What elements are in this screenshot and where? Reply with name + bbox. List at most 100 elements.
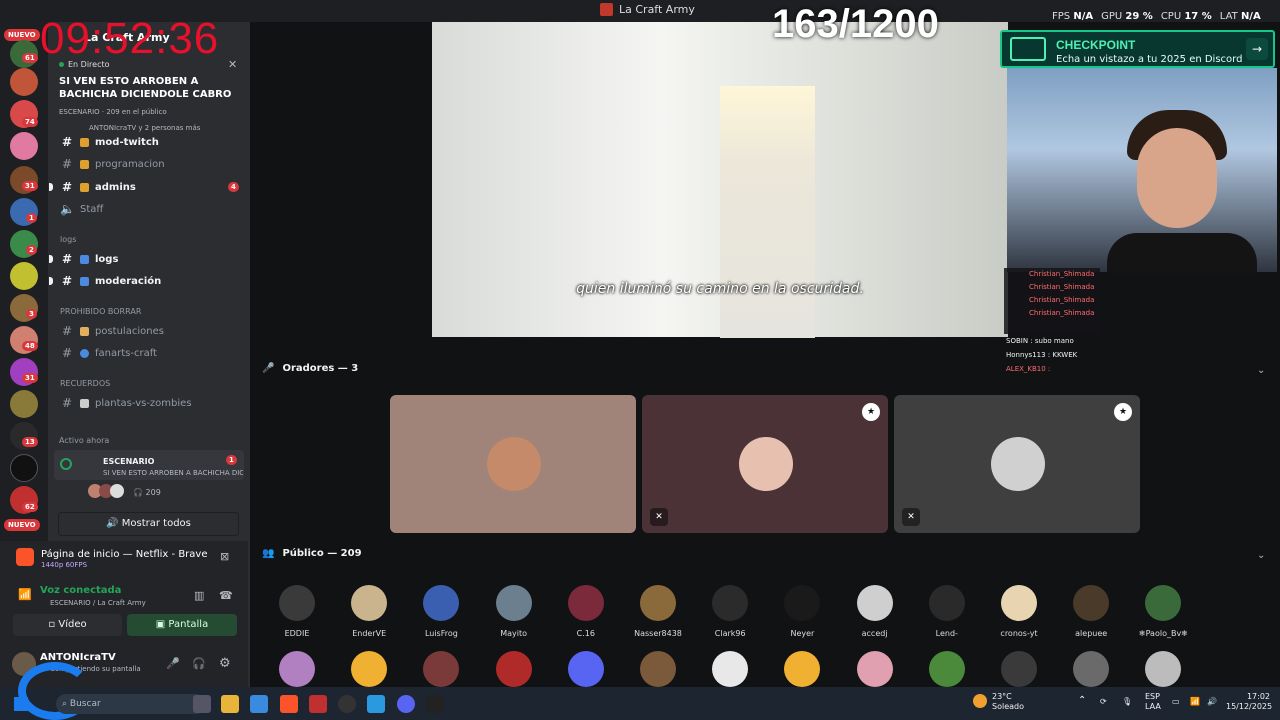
channel-postulaciones[interactable]: # postulaciones [60, 324, 164, 338]
audience-member[interactable]: EDDIE [267, 585, 327, 638]
server-badge: 2 [26, 245, 37, 255]
audience-member[interactable] [411, 651, 471, 687]
counter-overlay: 163/1200 [772, 2, 939, 46]
sync-icon[interactable]: ⟳ [1100, 697, 1107, 707]
server-icon[interactable] [10, 454, 38, 482]
chevron-up-icon[interactable]: ⌃ [1078, 696, 1086, 706]
monitor-icon[interactable]: ▭ [1172, 697, 1180, 707]
new-badge-bottom: NUEVO [4, 519, 40, 531]
folder-icon[interactable] [221, 695, 239, 713]
audience-member[interactable]: C.16 [556, 585, 616, 638]
microphone-icon[interactable]: 🎤 [166, 657, 180, 670]
channel-staff[interactable]: 🔈 Staff [60, 202, 103, 216]
channel-fanarts-craft[interactable]: # fanarts-craft [60, 346, 157, 360]
audience-member[interactable] [267, 651, 327, 687]
taskbar-search[interactable]: ⌕ Buscar [56, 694, 206, 714]
audience-member[interactable]: Neyer [772, 585, 832, 638]
channel-admins[interactable]: # admins [60, 180, 136, 194]
audience-member[interactable]: LuisFrog [411, 585, 471, 638]
audience-header[interactable]: 👥 Público — 209 [262, 548, 362, 559]
screen-share-button[interactable]: ▣ Pantalla [127, 614, 237, 636]
audience-member[interactable]: accedj [845, 585, 905, 638]
notepad-icon[interactable] [367, 695, 385, 713]
stop-stream-icon[interactable]: ⊠ [220, 550, 229, 563]
server-icon[interactable] [10, 132, 38, 160]
speaker-tile[interactable]: ✕ ★ [894, 395, 1140, 533]
channel-mod-twitch[interactable]: # mod-twitch [60, 135, 159, 149]
audience-member[interactable]: Clark96 [700, 585, 760, 638]
close-icon[interactable]: ✕ [228, 58, 237, 71]
date: 15/12/2025 [1226, 702, 1273, 711]
audience-member[interactable]: Nasser8438 [628, 585, 688, 638]
clock[interactable]: 17:02 15/12/2025 [1226, 692, 1273, 712]
task-view-icon[interactable] [193, 695, 211, 713]
show-all-button[interactable]: 🔊 Mostrar todos [58, 512, 239, 536]
obs-icon[interactable] [338, 695, 356, 713]
weather[interactable]: 23°C Soleado [992, 692, 1024, 712]
audience-member[interactable] [700, 651, 760, 687]
audience-member[interactable] [339, 651, 399, 687]
checkpoint-banner[interactable]: CHECKPOINT Echa un vistazo a tu 2025 en … [1000, 30, 1275, 68]
language-indicator[interactable]: ESP LAA [1145, 692, 1161, 712]
audience-member[interactable]: Lend- [917, 585, 977, 638]
audience-member[interactable] [845, 651, 905, 687]
speakers-header[interactable]: 🎤 Oradores — 3 [262, 363, 358, 374]
audience-member[interactable] [917, 651, 977, 687]
audience-member[interactable] [772, 651, 832, 687]
category-recuerdos[interactable]: RECUERDOS [60, 379, 110, 388]
noise-suppression-icon[interactable]: ▥ [194, 589, 204, 602]
headphones-icon[interactable]: 🎧 [192, 657, 206, 670]
audience-member[interactable] [1133, 651, 1193, 687]
store-icon[interactable] [250, 695, 268, 713]
audience-name: EnderVE [352, 629, 387, 638]
scroll-icon [80, 326, 89, 336]
stat-cpu: CPU 17 % [1160, 11, 1212, 22]
app-icon[interactable] [309, 695, 327, 713]
channel-moderacion[interactable]: # moderación [60, 274, 161, 288]
channel-programacion[interactable]: # programacion [60, 157, 165, 171]
audience-member[interactable]: alepuee [1061, 585, 1121, 638]
audience-member[interactable]: EnderVE [339, 585, 399, 638]
checkpoint-title: CHECKPOINT [1056, 38, 1136, 52]
category-logs[interactable]: logs [60, 235, 76, 244]
channel-logs[interactable]: # logs [60, 252, 118, 266]
mic-tray-icon[interactable]: 🎙 [1122, 697, 1132, 707]
audience-member[interactable]: ❄Paolo_Bv❄ [1133, 585, 1193, 638]
audience-member[interactable] [556, 651, 616, 687]
capcut-icon[interactable] [426, 695, 444, 713]
channel-plantas-vs-zombies[interactable]: # plantas-vs-zombies [60, 396, 192, 410]
chevron-down-icon[interactable]: ⌄ [1257, 550, 1265, 561]
volume-icon[interactable]: 🔊 [1207, 697, 1217, 707]
speaker-tile[interactable] [390, 395, 636, 533]
checkpoint-icon [1010, 37, 1046, 61]
avatar [279, 585, 315, 621]
voice-channel-path[interactable]: ESCENARIO / La Craft Army [50, 599, 146, 607]
chevron-down-icon[interactable]: ⌄ [1257, 365, 1265, 376]
gear-icon[interactable]: ⚙ [219, 656, 231, 671]
audience-name: cronos-yt [1000, 629, 1038, 638]
audience-member[interactable] [1061, 651, 1121, 687]
arrow-right-icon[interactable]: → [1246, 38, 1268, 60]
wifi-icon[interactable]: 📶 [1190, 697, 1200, 707]
video-button[interactable]: ▫ Vídeo [13, 614, 122, 636]
speaker-tile[interactable]: ✕ ★ [642, 395, 888, 533]
speakers-header-label: Oradores — 3 [282, 363, 359, 374]
start-icon[interactable] [14, 697, 28, 711]
avatar [856, 651, 893, 687]
server-icon[interactable] [10, 262, 38, 290]
audience-member[interactable]: Mayito [484, 585, 544, 638]
audience-member[interactable] [628, 651, 688, 687]
live-dot-icon [59, 62, 64, 67]
active-stage-card[interactable]: ESCENARIO SI VEN ESTO ARROBEN A BACHICHA… [54, 450, 244, 480]
speaker-icon: 🔈 [60, 202, 75, 216]
webcam-overlay [1007, 68, 1277, 273]
category-prohibido[interactable]: PROHIBIDO BORRAR [60, 307, 141, 316]
audience-member[interactable] [484, 651, 544, 687]
disconnect-icon[interactable]: ☎ [219, 589, 233, 602]
server-icon[interactable] [10, 390, 38, 418]
brave-icon[interactable] [280, 695, 298, 713]
audience-member[interactable] [989, 651, 1049, 687]
audience-member[interactable]: cronos-yt [989, 585, 1049, 638]
server-icon[interactable] [10, 68, 38, 96]
discord-icon[interactable] [397, 695, 415, 713]
